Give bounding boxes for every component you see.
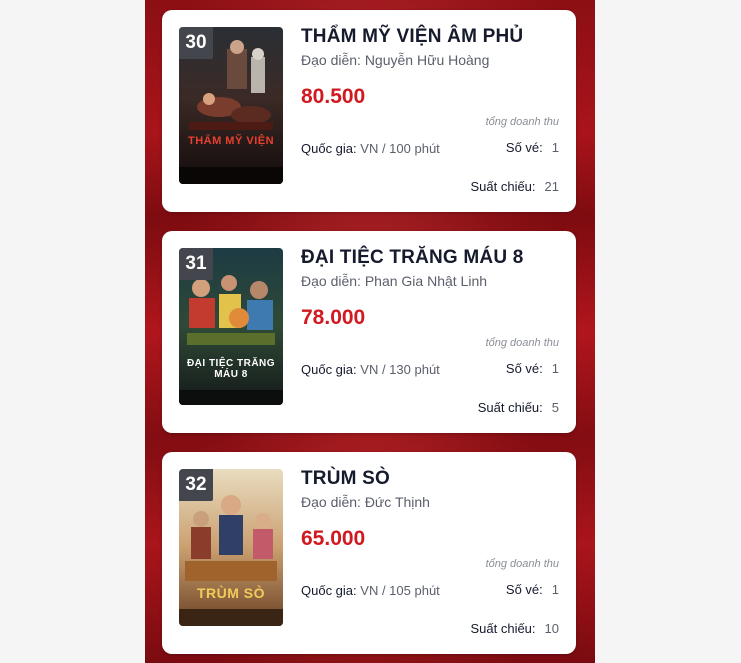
shows-label: Suất chiếu: (470, 621, 536, 636)
movie-shows: Suất chiếu: 10 (470, 621, 559, 636)
shows-value: 5 (551, 400, 559, 415)
tickets-value: 1 (551, 140, 559, 155)
rank-badge: 32 (179, 469, 213, 501)
country-value: VN / 130 phút (360, 362, 440, 377)
tickets-label: Số vé: (505, 361, 543, 376)
country-label: Quốc gia: (301, 583, 357, 598)
shows-value: 21 (544, 179, 559, 194)
revenue-label: tổng doanh thu (485, 337, 559, 349)
movie-shows: Suất chiếu: 5 (478, 400, 559, 415)
country-label: Quốc gia: (301, 362, 357, 377)
movie-country: Quốc gia: VN / 105 phút (301, 582, 441, 600)
movie-poster[interactable]: ĐẠI TIỆC TRĂNG MÁU 8 31 (179, 248, 283, 405)
movie-revenue: 65.000 (301, 527, 366, 550)
country-value: VN / 100 phút (360, 141, 440, 156)
movie-shows: Suất chiếu: 21 (470, 179, 559, 194)
poster-title-text: THẨM MỸ VIỆN (187, 135, 275, 147)
tickets-label: Số vé: (505, 140, 543, 155)
revenue-label: tổng doanh thu (485, 558, 559, 570)
movie-card[interactable]: THẨM MỸ VIỆN 30 THẨM MỸ VIỆN ÂM PHỦ Đạo … (162, 10, 576, 212)
country-label: Quốc gia: (301, 141, 357, 156)
movie-revenue: 80.500 (301, 85, 366, 108)
movie-director: Đạo diễn: Nguyễn Hữu Hoàng (301, 52, 490, 68)
country-value: VN / 105 phút (360, 583, 440, 598)
box-office-panel: THẨM MỸ VIỆN 30 THẨM MỸ VIỆN ÂM PHỦ Đạo … (145, 0, 595, 663)
movie-poster[interactable]: THẨM MỸ VIỆN 30 (179, 27, 283, 184)
revenue-label: tổng doanh thu (485, 116, 559, 128)
movie-title[interactable]: THẨM MỸ VIỆN ÂM PHỦ (301, 26, 523, 48)
movie-title[interactable]: TRÙM SÒ (301, 468, 390, 490)
movie-title[interactable]: ĐẠI TIỆC TRĂNG MÁU 8 (301, 247, 524, 269)
shows-label: Suất chiếu: (477, 400, 543, 415)
movie-card[interactable]: ĐẠI TIỆC TRĂNG MÁU 8 31 ĐẠI TIỆC TRĂNG M… (162, 231, 576, 433)
poster-title-text: TRÙM SÒ (196, 585, 266, 601)
movie-tickets: Số vé: 1 (506, 582, 559, 597)
movie-card[interactable]: TRÙM SÒ 32 TRÙM SÒ Đạo diễn: Đức Thịnh 6… (162, 452, 576, 654)
rank-badge: 30 (179, 27, 213, 59)
movie-poster[interactable]: TRÙM SÒ 32 (179, 469, 283, 626)
movie-revenue: 78.000 (301, 306, 366, 329)
tickets-label: Số vé: (505, 582, 543, 597)
tickets-value: 1 (551, 582, 559, 597)
movie-tickets: Số vé: 1 (506, 361, 559, 376)
tickets-value: 1 (551, 361, 559, 376)
poster-title-text: ĐẠI TIỆC TRĂNG MÁU 8 (186, 358, 276, 380)
shows-label: Suất chiếu: (470, 179, 536, 194)
movie-country: Quốc gia: VN / 100 phút (301, 140, 441, 158)
movie-tickets: Số vé: 1 (506, 140, 559, 155)
movie-director: Đạo diễn: Đức Thịnh (301, 494, 430, 510)
movie-director: Đạo diễn: Phan Gia Nhật Linh (301, 273, 488, 289)
rank-badge: 31 (179, 248, 213, 280)
shows-value: 10 (544, 621, 559, 636)
movie-country: Quốc gia: VN / 130 phút (301, 361, 441, 379)
